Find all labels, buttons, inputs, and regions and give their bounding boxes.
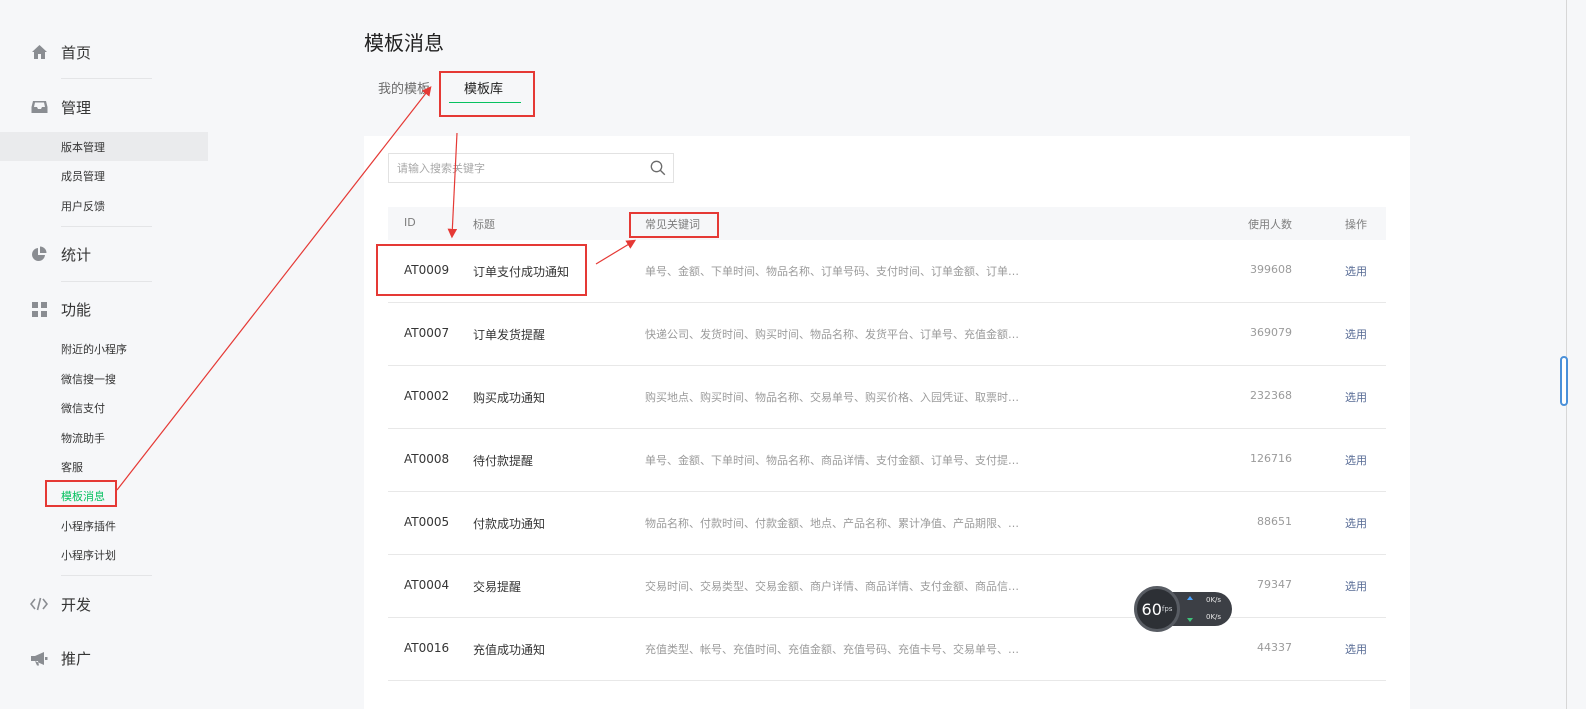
- nav-home[interactable]: 首页: [30, 40, 91, 64]
- row-keywords: 物品名称、付款时间、付款金额、地点、产品名称、累计净值、产品期限、…: [645, 517, 1019, 530]
- grid-icon: [30, 300, 48, 318]
- sidebar-item-service[interactable]: 客服: [0, 452, 208, 481]
- sidebar-item-template-message[interactable]: 模板消息: [0, 481, 208, 510]
- row-title: 订单支付成功通知: [473, 265, 570, 279]
- row-title: 付款成功通知: [473, 517, 546, 531]
- table-row: AT0016 充值成功通知 充值类型、帐号、充值时间、充值金额、充值号码、充值卡…: [388, 618, 1386, 681]
- header-id: ID: [404, 216, 416, 229]
- row-users: 369079: [1250, 326, 1292, 339]
- nav-stats-label: 统计: [61, 245, 92, 264]
- sidebar-item-search[interactable]: 微信搜一搜: [0, 364, 208, 393]
- row-users: 126716: [1250, 452, 1292, 465]
- row-id: AT0004: [404, 578, 450, 592]
- table-row: AT0008 待付款提醒 单号、金额、下单时间、物品名称、商品详情、支付金额、订…: [388, 429, 1386, 492]
- sidebar-item-version[interactable]: 版本管理: [0, 132, 208, 161]
- active-tab-indicator: [449, 102, 521, 103]
- nav-stats[interactable]: 统计: [30, 242, 91, 266]
- nav-home-label: 首页: [61, 43, 92, 62]
- header-title: 标题: [473, 218, 495, 231]
- sidebar-item-pay[interactable]: 微信支付: [0, 393, 208, 422]
- page-title: 模板消息: [364, 31, 444, 55]
- header-operation: 操作: [1345, 218, 1367, 231]
- nav-manage-label: 管理: [61, 98, 92, 117]
- select-button[interactable]: 选用: [1345, 641, 1367, 657]
- sidebar-item-feedback[interactable]: 用户反馈: [0, 191, 208, 220]
- sidebar-item-logistics[interactable]: 物流助手: [0, 423, 208, 452]
- fps-dial: 60 fps: [1134, 586, 1180, 632]
- sidebar: 首页 管理 版本管理 成员管理 用户反馈 统计 功能 附近的小程序 微信搜一搜 …: [0, 0, 208, 709]
- divider: [61, 226, 152, 227]
- row-keywords: 单号、金额、下单时间、物品名称、订单号码、支付时间、订单金额、订单…: [645, 265, 1019, 278]
- pie-chart-icon: [30, 245, 48, 263]
- home-icon: [30, 43, 48, 61]
- code-icon: [30, 595, 48, 613]
- sidebar-item-nearby[interactable]: 附近的小程序: [0, 334, 208, 363]
- row-keywords: 购买地点、购买时间、物品名称、交易单号、购买价格、入园凭证、取票时…: [645, 391, 1019, 404]
- search-input[interactable]: [389, 154, 643, 182]
- table-row: AT0005 付款成功通知 物品名称、付款时间、付款金额、地点、产品名称、累计净…: [388, 492, 1386, 555]
- select-button[interactable]: 选用: [1345, 263, 1367, 279]
- tab-template-library[interactable]: 模板库: [464, 78, 503, 97]
- nav-dev-label: 开发: [61, 595, 92, 614]
- search-box: [388, 153, 674, 183]
- row-title: 订单发货提醒: [473, 328, 546, 342]
- row-id: AT0016: [404, 641, 450, 655]
- select-button[interactable]: 选用: [1345, 326, 1367, 342]
- row-users: 88651: [1257, 515, 1292, 528]
- sidebar-item-plan[interactable]: 小程序计划: [0, 540, 208, 569]
- nav-promote[interactable]: 推广: [30, 646, 91, 670]
- row-users: 399608: [1250, 263, 1292, 276]
- nav-features-label: 功能: [61, 300, 92, 319]
- header-keywords: 常见关键词: [645, 218, 700, 231]
- sidebar-item-plugin[interactable]: 小程序插件: [0, 511, 208, 540]
- search-icon[interactable]: [643, 154, 673, 182]
- up-down-arrow-icon: [1187, 596, 1193, 622]
- select-button[interactable]: 选用: [1345, 515, 1367, 531]
- divider: [61, 78, 152, 79]
- nav-promote-label: 推广: [61, 649, 92, 668]
- nav-manage[interactable]: 管理: [30, 95, 91, 119]
- row-title: 待付款提醒: [473, 454, 534, 468]
- megaphone-icon: [30, 649, 48, 667]
- nav-features[interactable]: 功能: [30, 297, 91, 321]
- row-users: 79347: [1257, 578, 1292, 591]
- row-title: 购买成功通知: [473, 391, 546, 405]
- inbox-icon: [30, 98, 48, 116]
- select-button[interactable]: 选用: [1345, 389, 1367, 405]
- row-id: AT0007: [404, 326, 450, 340]
- fps-value: 60: [1141, 599, 1162, 619]
- window-edge: [1566, 0, 1567, 709]
- nav-dev[interactable]: 开发: [30, 592, 91, 616]
- row-id: AT0008: [404, 452, 450, 466]
- divider: [61, 575, 152, 576]
- row-title: 交易提醒: [473, 580, 522, 594]
- fps-monitor-widget[interactable]: 60 fps 0K/s 0K/s: [1134, 586, 1232, 632]
- row-keywords: 快递公司、发货时间、购买时间、物品名称、发货平台、订单号、充值金额…: [645, 328, 1019, 341]
- row-id: AT0002: [404, 389, 450, 403]
- table-row: AT0002 购买成功通知 购买地点、购买时间、物品名称、交易单号、购买价格、入…: [388, 366, 1386, 429]
- row-title: 充值成功通知: [473, 643, 546, 657]
- row-users: 232368: [1250, 389, 1292, 402]
- fps-unit: fps: [1161, 605, 1173, 613]
- table-header: ID 标题 常见关键词 使用人数 操作: [388, 207, 1386, 240]
- download-speed: 0K/s: [1206, 613, 1222, 621]
- tab-my-templates[interactable]: 我的模板: [378, 78, 430, 97]
- divider: [61, 281, 152, 282]
- scroll-handle[interactable]: [1560, 356, 1568, 406]
- table-row: AT0009 订单支付成功通知 单号、金额、下单时间、物品名称、订单号码、支付时…: [388, 240, 1386, 303]
- row-keywords: 充值类型、帐号、充值时间、充值金额、充值号码、充值卡号、交易单号、…: [645, 643, 1019, 656]
- row-keywords: 单号、金额、下单时间、物品名称、商品详情、支付金额、订单号、支付提…: [645, 454, 1019, 467]
- row-id: AT0005: [404, 515, 450, 529]
- sidebar-item-members[interactable]: 成员管理: [0, 161, 208, 190]
- table-row: AT0007 订单发货提醒 快递公司、发货时间、购买时间、物品名称、发货平台、订…: [388, 303, 1386, 366]
- row-users: 44337: [1257, 641, 1292, 654]
- upload-speed: 0K/s: [1206, 596, 1222, 604]
- select-button[interactable]: 选用: [1345, 578, 1367, 594]
- row-id: AT0009: [404, 263, 450, 277]
- header-users: 使用人数: [1248, 218, 1292, 231]
- row-keywords: 交易时间、交易类型、交易金额、商户详情、商品详情、支付金额、商品信…: [645, 580, 1019, 593]
- table-row: AT0004 交易提醒 交易时间、交易类型、交易金额、商户详情、商品详情、支付金…: [388, 555, 1386, 618]
- select-button[interactable]: 选用: [1345, 452, 1367, 468]
